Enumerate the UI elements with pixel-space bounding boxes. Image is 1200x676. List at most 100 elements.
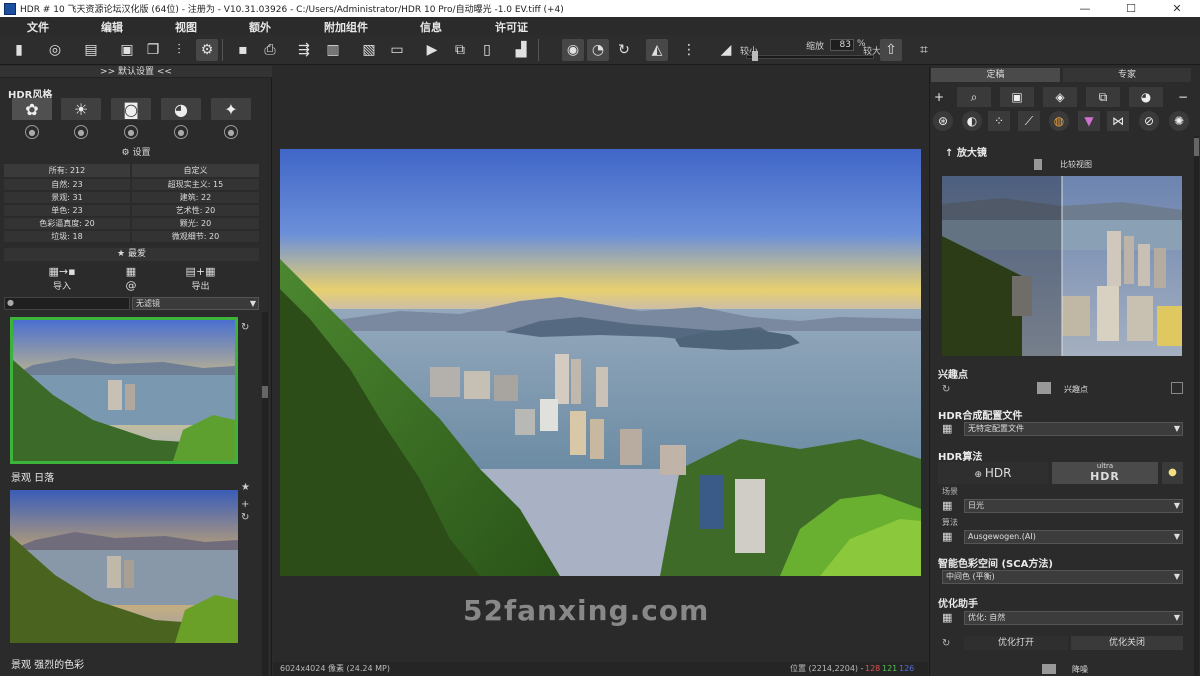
tab-expert[interactable]: 专家 xyxy=(1063,68,1191,82)
new-file-icon[interactable]: ▮ xyxy=(8,39,30,61)
category-item[interactable]: 超现实主义: 15 xyxy=(132,179,259,191)
category-item[interactable]: 色彩逼真度: 20 xyxy=(4,218,130,230)
menu-extra[interactable]: 额外 xyxy=(249,19,271,35)
filter-dropdown[interactable]: 无滤镜 ▼ xyxy=(132,297,259,310)
import-button[interactable]: ▦→▪ 导入 xyxy=(4,264,120,294)
user-icon[interactable]: ● xyxy=(224,125,238,139)
optimizer-dropdown[interactable]: 优化: 自然 ▼ xyxy=(964,611,1183,625)
category-item[interactable]: 景观: 31 xyxy=(4,192,130,204)
favorites-button[interactable]: ★ 最爱 xyxy=(4,248,259,261)
camera-raw-icon[interactable]: ◎ xyxy=(44,39,66,61)
add-icon[interactable]: + xyxy=(241,499,249,510)
add-icon[interactable]: + xyxy=(932,87,946,107)
category-item[interactable]: 单色: 23 xyxy=(4,205,130,217)
minimize-button[interactable]: — xyxy=(1062,0,1108,17)
line-icon[interactable]: ⟋ xyxy=(1018,111,1040,131)
menu-file[interactable]: 文件 xyxy=(27,19,49,35)
brush-tool-icon[interactable]: ⊘ xyxy=(1139,111,1159,131)
slideshow-icon[interactable]: ▭ xyxy=(386,39,408,61)
play-icon[interactable]: ▶ xyxy=(421,39,443,61)
effects-icon[interactable]: ✺ xyxy=(1169,111,1189,131)
grid-icon[interactable]: ▦ xyxy=(942,422,952,435)
thumbnail-scrollbar-thumb[interactable] xyxy=(262,386,268,398)
algo-hdr-button[interactable]: ⊕ HDR xyxy=(938,462,1048,484)
sca-dropdown[interactable]: 中间色 (平衡) ▼ xyxy=(942,570,1183,584)
flip-icon[interactable]: ◭ xyxy=(646,39,668,61)
grid-icon[interactable]: ▦ xyxy=(942,499,952,512)
zoom-input[interactable]: 83 xyxy=(830,39,854,51)
compare-toggle[interactable] xyxy=(1034,159,1042,170)
style-nature-icon[interactable]: ✿ xyxy=(12,98,52,120)
image-view-icon[interactable]: ▣ xyxy=(1000,87,1034,107)
export-button[interactable]: ▤+▦ 导出 xyxy=(142,264,259,294)
user-icon[interactable]: ● xyxy=(25,125,39,139)
export-menu-icon[interactable]: ⇶ xyxy=(293,39,315,61)
scene-dropdown[interactable]: 日光 ▼ xyxy=(964,499,1183,513)
image-viewport[interactable]: 52fanxing.com 6024x4024 像素 (24.24 MP) 位置… xyxy=(273,66,928,676)
lightbulb-icon[interactable]: ● xyxy=(1162,462,1183,484)
style-sun-icon[interactable]: ☀ xyxy=(61,98,101,120)
open-files-icon[interactable]: ▤ xyxy=(80,39,102,61)
document-icon[interactable]: ▥ xyxy=(322,39,344,61)
right-panel-scrollbar[interactable] xyxy=(1194,136,1199,676)
close-button[interactable]: ✕ xyxy=(1154,0,1200,17)
thumbnail-scrollbar[interactable] xyxy=(262,312,268,676)
nodes-icon[interactable]: ⋈ xyxy=(1107,111,1129,131)
menu-license[interactable]: 许可证 xyxy=(495,19,528,35)
magnifier-icon[interactable]: ⌕ xyxy=(957,87,991,107)
grid-icon[interactable]: ▦ xyxy=(942,530,952,543)
user-icon[interactable]: ● xyxy=(124,125,138,139)
star-icon[interactable]: ★ xyxy=(241,482,250,493)
method-dropdown[interactable]: Ausgewogen.(AI) ▼ xyxy=(964,530,1183,544)
menu-view[interactable]: 视图 xyxy=(175,19,197,35)
filter-search-input[interactable]: ● xyxy=(4,297,130,310)
refresh-icon[interactable]: ↻ xyxy=(942,384,950,395)
bookmark-icon[interactable]: ▧ xyxy=(358,39,380,61)
compare-layout-icon[interactable]: ⧉ xyxy=(1086,87,1120,107)
preset-header[interactable]: >> 默认设置 << xyxy=(0,66,272,78)
zoom-slider[interactable] xyxy=(746,55,874,59)
refresh-icon[interactable]: ↻ xyxy=(942,638,950,649)
category-item[interactable]: 建筑: 22 xyxy=(132,192,259,204)
menu-edit[interactable]: 编辑 xyxy=(101,19,123,35)
poi-image-icon[interactable] xyxy=(1037,382,1051,394)
preset-thumbnail[interactable] xyxy=(10,490,238,643)
contrast-icon[interactable]: ◐ xyxy=(962,111,982,131)
raw-icon[interactable]: ▣ xyxy=(116,39,138,61)
compare-icon[interactable]: ⧉ xyxy=(449,39,471,61)
category-item[interactable]: 垃圾: 18 xyxy=(4,231,130,243)
color-wheel-icon[interactable]: ◕ xyxy=(1129,87,1163,107)
user-icon[interactable]: ● xyxy=(74,125,88,139)
category-item[interactable]: 微观细节: 20 xyxy=(132,231,259,243)
print-icon[interactable]: ⎙ xyxy=(259,39,281,61)
optimize-close-button[interactable]: 优化关闭 xyxy=(1071,636,1183,650)
magnifier-title[interactable]: ↑ 放大镜 xyxy=(945,144,987,159)
histogram-icon[interactable]: ▟ xyxy=(510,39,532,61)
style-camera-icon[interactable]: ◙ xyxy=(111,98,151,120)
denoise-toggle-icon[interactable] xyxy=(1042,664,1056,674)
adjust-sliders-icon[interactable]: ⫶ xyxy=(168,39,190,61)
user-icon[interactable]: ● xyxy=(174,125,188,139)
category-all[interactable]: 所有: 212 xyxy=(4,164,130,178)
aperture-icon[interactable]: ⊛ xyxy=(933,111,953,131)
email-button[interactable]: ▦ @ xyxy=(120,264,142,294)
noise-icon[interactable]: ⁘ xyxy=(988,111,1010,131)
category-item[interactable]: 颗光: 20 xyxy=(132,218,259,230)
upload-icon[interactable]: ⇧ xyxy=(880,39,902,61)
menu-addons[interactable]: 附加组件 xyxy=(324,19,368,35)
settings-gears-icon[interactable]: ⚙ xyxy=(196,39,218,61)
rotate-icon[interactable]: ↻ xyxy=(613,39,635,61)
prism-icon[interactable]: ▼ xyxy=(1078,111,1100,131)
hdr-profile-dropdown[interactable]: 无特定配置文件 ▼ xyxy=(964,422,1183,436)
brush-icon[interactable]: ◢ xyxy=(715,39,737,61)
category-custom[interactable]: 自定义 xyxy=(132,164,259,178)
grid-icon[interactable]: ▦ xyxy=(942,611,952,624)
preset-thumbnail[interactable] xyxy=(10,317,238,464)
settings-button[interactable]: ⚙ 设置 xyxy=(0,145,272,159)
refresh-icon[interactable]: ↻ xyxy=(241,322,249,333)
tab-finalize[interactable]: 定稿 xyxy=(931,68,1060,82)
style-sparkle-icon[interactable]: ✦ xyxy=(211,98,251,120)
menu-info[interactable]: 信息 xyxy=(420,19,442,35)
style-palette-icon[interactable]: ◕ xyxy=(161,98,201,120)
right-panel-scrollbar-thumb[interactable] xyxy=(1194,138,1199,156)
